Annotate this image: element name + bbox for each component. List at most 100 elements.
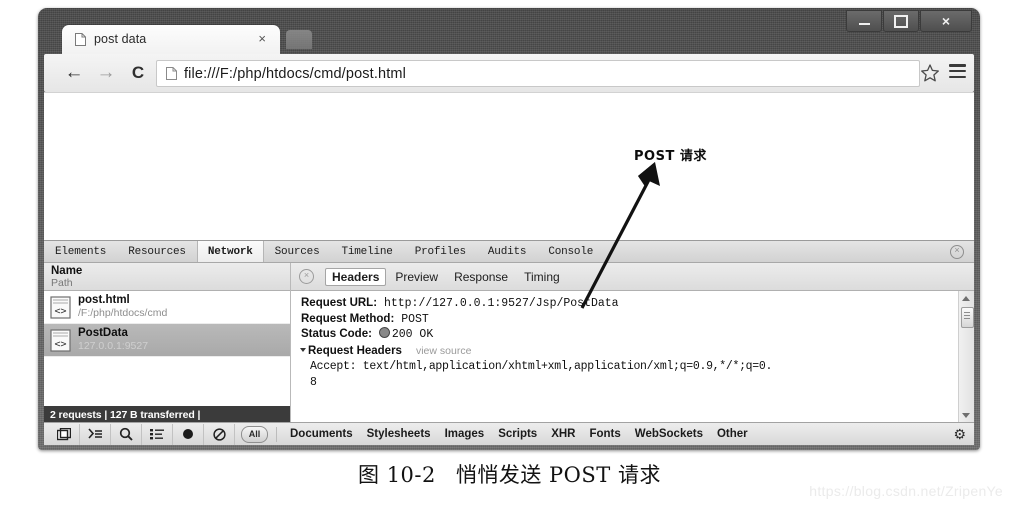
browser-tab[interactable]: post data ×: [62, 25, 280, 54]
tab-network[interactable]: Network: [196, 241, 264, 262]
disclosure-triangle-icon: [300, 347, 306, 352]
accept-header-line-2: 8: [310, 375, 317, 389]
filter-xhr[interactable]: XHR: [544, 428, 582, 440]
new-tab-button[interactable]: [286, 30, 312, 49]
filter-fonts[interactable]: Fonts: [582, 428, 627, 440]
page-viewport: [44, 92, 974, 241]
scroll-down-icon[interactable]: [962, 413, 970, 418]
filter-divider: [276, 426, 277, 442]
filter-images[interactable]: Images: [438, 428, 492, 440]
request-path: /F:/php/htdocs/cmd: [78, 307, 168, 319]
detail-close-icon[interactable]: ×: [299, 269, 314, 284]
bookmark-star-icon[interactable]: [920, 63, 940, 83]
document-code-icon: <>: [50, 295, 71, 319]
hamburger-menu-icon[interactable]: [949, 64, 966, 78]
request-name: post.html: [78, 294, 130, 306]
subtab-preview[interactable]: Preview: [388, 268, 445, 286]
request-headers-section[interactable]: Request Headers view source: [300, 344, 974, 360]
tab-label: Console: [548, 245, 594, 258]
tab-timeline[interactable]: Timeline: [330, 241, 403, 262]
search-icon[interactable]: [111, 423, 142, 445]
scrollbar-thumb[interactable]: [961, 307, 974, 328]
subtab-response[interactable]: Response: [447, 268, 515, 286]
request-row-post-html[interactable]: <> post.html /F:/php/htdocs/cmd: [44, 291, 290, 324]
request-row-text: PostData 127.0.0.1:9527: [78, 327, 148, 353]
tab-elements[interactable]: Elements: [44, 241, 117, 262]
document-code-icon: <>: [50, 328, 71, 352]
network-status-bar: 2 requests | 127 B transferred |: [44, 406, 290, 423]
column-header-name: Name: [51, 265, 83, 277]
tab-label: Timeline: [341, 245, 393, 258]
status-code-label: Status Code:: [301, 328, 372, 340]
network-filter-bar: All Documents Stylesheets Images Scripts…: [44, 422, 974, 445]
request-list-header: Name Path: [44, 263, 290, 291]
status-code-value: 200 OK: [391, 328, 434, 341]
devtools-close-icon[interactable]: ×: [950, 245, 964, 259]
figure-number: 图 10-2: [358, 463, 436, 487]
filter-websockets[interactable]: WebSockets: [628, 428, 710, 440]
request-url-label: Request URL:: [301, 297, 378, 309]
tab-label: Audits: [487, 245, 527, 258]
svg-text:<>: <>: [54, 339, 66, 350]
window-controls: ×: [845, 10, 972, 32]
close-icon: ×: [941, 13, 951, 29]
request-row-text: post.html /F:/php/htdocs/cmd: [78, 294, 167, 320]
arrow-right-icon: →: [96, 62, 116, 83]
request-name: PostData: [78, 327, 128, 339]
devtools-panel: Elements Resources Network Sources Timel…: [44, 240, 974, 445]
scroll-up-icon[interactable]: [962, 296, 970, 301]
filter-other[interactable]: Other: [710, 428, 755, 440]
tab-close-icon[interactable]: ×: [258, 31, 266, 47]
clear-icon[interactable]: [204, 423, 235, 445]
request-row-postdata[interactable]: <> PostData 127.0.0.1:9527: [44, 324, 290, 357]
back-button[interactable]: ←: [62, 62, 86, 84]
tab-audits[interactable]: Audits: [477, 241, 537, 262]
svg-text:<>: <>: [54, 306, 66, 317]
request-detail-pane: × Headers Preview Response Timing Reques…: [291, 263, 974, 423]
tab-title: post data: [94, 32, 147, 46]
column-header-path: Path: [51, 277, 73, 289]
tab-profiles[interactable]: Profiles: [404, 241, 477, 262]
request-method-value: POST: [401, 312, 429, 326]
filter-stylesheets[interactable]: Stylesheets: [360, 428, 438, 440]
forward-button[interactable]: →: [94, 62, 118, 84]
close-button[interactable]: ×: [920, 10, 972, 32]
accept-header-line-1: Accept: text/html,application/xhtml+xml,…: [310, 360, 773, 373]
detail-scrollbar[interactable]: [958, 291, 974, 423]
list-filter-icon[interactable]: [142, 423, 173, 445]
reload-icon: C: [131, 63, 145, 82]
dock-panel-icon[interactable]: [49, 423, 80, 445]
tab-sources[interactable]: Sources: [264, 241, 331, 262]
subtab-headers[interactable]: Headers: [325, 267, 387, 286]
filter-all-button[interactable]: All: [241, 425, 268, 443]
record-icon[interactable]: [173, 423, 204, 445]
console-drawer-icon[interactable]: [80, 423, 111, 445]
address-bar[interactable]: file:///F:/php/htdocs/cmd/post.html: [156, 60, 920, 87]
figure-caption-text: 悄悄发送 POST 请求: [455, 463, 661, 487]
subtab-timing[interactable]: Timing: [517, 268, 567, 286]
tab-label: Network: [207, 245, 253, 258]
tab-label: Resources: [128, 245, 186, 258]
filter-scripts[interactable]: Scripts: [491, 428, 544, 440]
title-bar: post data × ×: [38, 8, 980, 54]
reload-button[interactable]: C: [126, 62, 150, 84]
address-bar-url: file:///F:/php/htdocs/cmd/post.html: [184, 65, 407, 82]
maximize-button[interactable]: [883, 10, 919, 32]
gear-icon[interactable]: ⚙: [953, 426, 966, 443]
tab-label: Elements: [55, 245, 107, 258]
tab-label: Sources: [274, 245, 320, 258]
tab-console[interactable]: Console: [537, 241, 604, 262]
request-url-value: http://127.0.0.1:9527/Jsp/PostData: [383, 297, 619, 310]
tab-resources[interactable]: Resources: [117, 241, 197, 262]
request-url-line: Request URL: http://127.0.0.1:9527/Jsp/P…: [301, 296, 974, 312]
filter-documents[interactable]: Documents: [283, 428, 360, 440]
status-ok-icon: [378, 327, 390, 338]
minimize-button[interactable]: [846, 10, 882, 32]
view-source-link[interactable]: view source: [416, 345, 471, 357]
annotation-label: POST 请求: [634, 149, 707, 164]
network-request-list: Name Path <> post.html /F:/php/htdocs/cm…: [44, 263, 291, 423]
status-code-line: Status Code: 200 OK: [301, 327, 974, 343]
detail-subtab-bar: × Headers Preview Response Timing: [291, 263, 974, 291]
request-headers-title: Request Headers: [308, 344, 402, 357]
request-method-label: Request Method:: [301, 312, 395, 325]
